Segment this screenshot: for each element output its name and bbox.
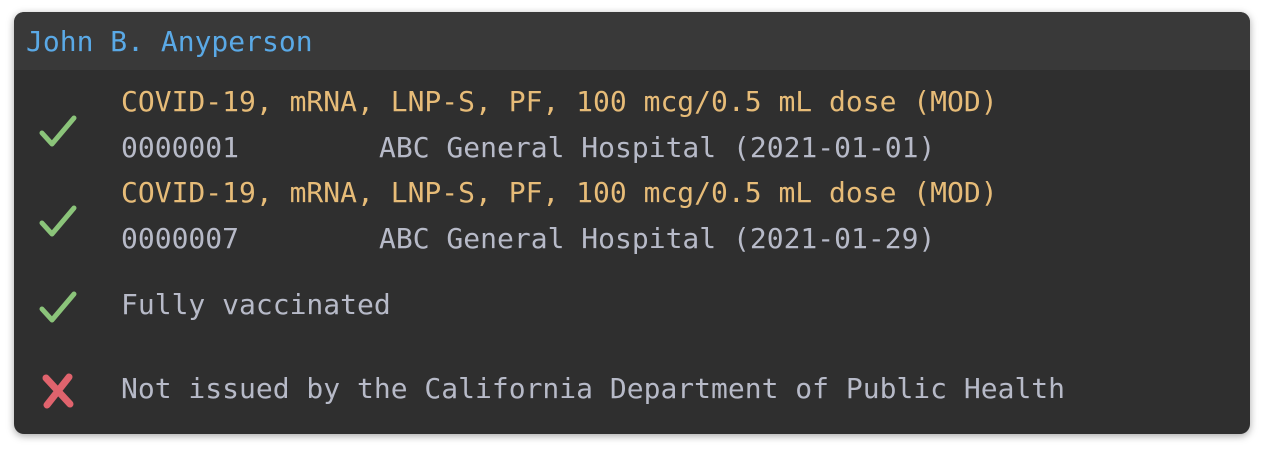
location-date: ABC General Hospital (2021-01-29) [379, 222, 936, 255]
cross-icon [42, 373, 74, 409]
record-detail: 0000001 ABC General Hospital (2021-01-01) [121, 130, 935, 166]
location-date: ABC General Hospital (2021-01-01) [379, 131, 936, 164]
person-name: John B. Anyperson [26, 25, 313, 58]
vaccination-status-text: Fully vaccinated [121, 288, 391, 321]
issuer-status-text: Not issued by the California Department … [121, 372, 1066, 405]
vaccine-name: COVID-19, mRNA, LNP-S, PF, 100 mcg/0.5 m… [121, 176, 998, 209]
header-bar: John B. Anyperson [14, 12, 1250, 70]
check-icon [39, 115, 77, 147]
vaccine-name: COVID-19, mRNA, LNP-S, PF, 100 mcg/0.5 m… [121, 85, 998, 118]
check-icon [39, 205, 77, 237]
lot-number: 0000001 [121, 131, 240, 164]
lot-number: 0000007 [121, 222, 240, 255]
check-icon [39, 291, 77, 323]
record-detail: 0000007 ABC General Hospital (2021-01-29) [121, 221, 935, 257]
verification-panel: John B. Anyperson COVID-19, mRNA, LNP-S,… [14, 12, 1250, 434]
